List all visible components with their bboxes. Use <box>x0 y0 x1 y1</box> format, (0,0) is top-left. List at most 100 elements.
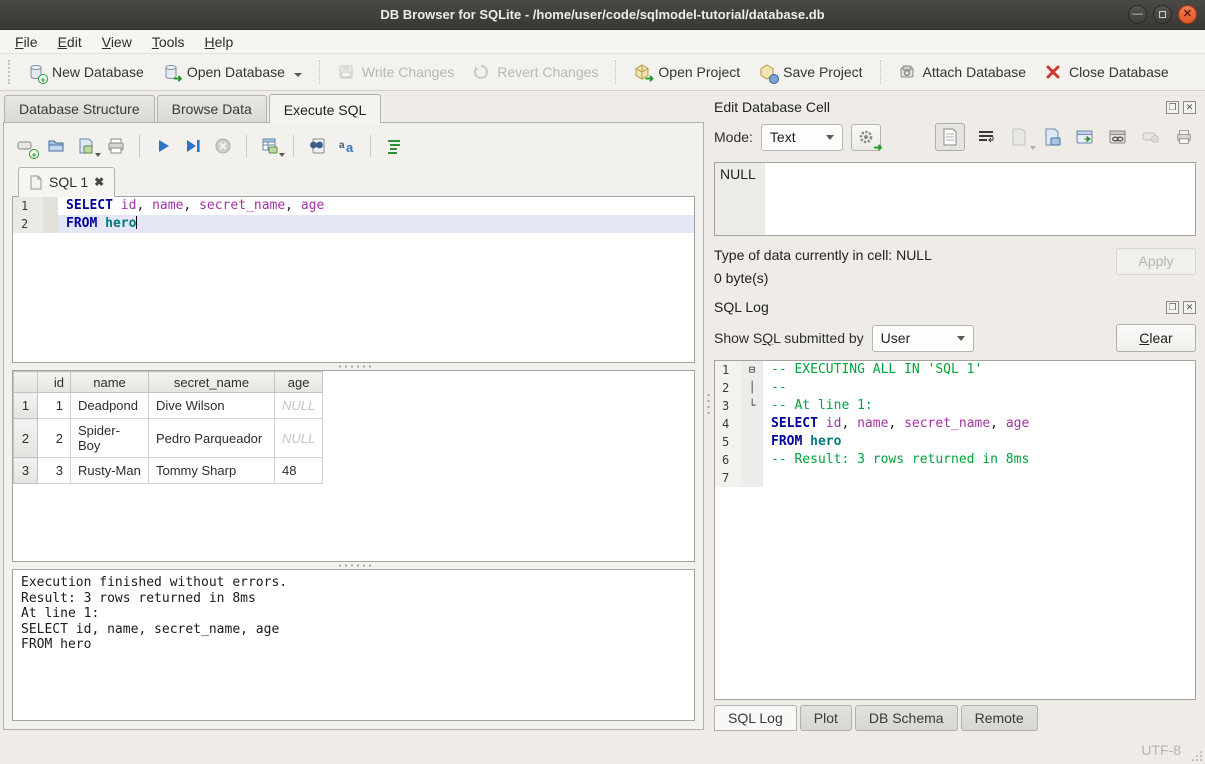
tab-remote[interactable]: Remote <box>961 705 1038 731</box>
table-cell[interactable]: Spider-Boy <box>71 419 149 458</box>
table-cell[interactable]: Dive Wilson <box>149 393 275 419</box>
close-sql-tab-icon[interactable]: ✖ <box>94 175 104 189</box>
open-database-button[interactable]: ➜ Open Database <box>153 58 311 86</box>
sql-doc-tabbar: SQL 1 ✖ <box>12 163 695 196</box>
row-number[interactable]: 3 <box>14 458 38 484</box>
open-sql-file-icon[interactable] <box>46 136 66 156</box>
auto-format-icon[interactable] <box>384 136 404 156</box>
revert-changes-button[interactable]: Revert Changes <box>463 58 607 86</box>
column-header-age[interactable]: age <box>275 372 323 393</box>
float-dock-icon[interactable]: ❐ <box>1166 301 1179 314</box>
table-cell[interactable]: Tommy Sharp <box>149 458 275 484</box>
cell-value-editor[interactable]: NULL <box>714 162 1196 236</box>
mode-select[interactable]: Text <box>761 124 843 151</box>
menubar: File Edit View Tools Help <box>0 30 1205 54</box>
horizontal-splitter[interactable] <box>12 562 695 569</box>
cell-editor-toolbar <box>935 123 1196 151</box>
tab-sql-log[interactable]: SQL Log <box>714 705 797 731</box>
table-cell[interactable]: NULL <box>275 419 323 458</box>
export-results-icon[interactable] <box>260 136 280 156</box>
titlebar[interactable]: DB Browser for SQLite - /home/user/code/… <box>0 0 1205 30</box>
table-cell[interactable]: 2 <box>38 419 71 458</box>
print-cell-icon[interactable] <box>1172 125 1196 149</box>
table-cell[interactable]: 48 <box>275 458 323 484</box>
apply-button[interactable]: Apply <box>1116 248 1196 275</box>
close-dock-icon[interactable]: ✕ <box>1183 101 1196 114</box>
menu-file[interactable]: File <box>6 32 47 52</box>
sql-doc-tab[interactable]: SQL 1 ✖ <box>18 167 115 197</box>
new-database-button[interactable]: + New Database <box>18 58 153 86</box>
autodetect-type-button[interactable]: ➜ <box>851 124 881 151</box>
chevron-down-icon <box>957 336 965 341</box>
execute-all-icon[interactable] <box>153 136 173 156</box>
column-header-name[interactable]: name <box>71 372 149 393</box>
submitter-select[interactable]: User <box>872 325 974 352</box>
tab-db-schema[interactable]: DB Schema <box>855 705 958 731</box>
set-null-icon[interactable] <box>1139 125 1163 149</box>
save-sql-dropdown-icon[interactable] <box>95 153 101 157</box>
mode-label: Mode: <box>714 129 753 145</box>
toolbar-separator <box>139 135 140 157</box>
link-icon[interactable] <box>1106 125 1130 149</box>
execution-message-area: Execution finished without errors. Resul… <box>12 569 695 721</box>
menu-tools[interactable]: Tools <box>143 32 194 52</box>
execute-current-line-icon[interactable] <box>183 136 203 156</box>
table-cell[interactable]: 3 <box>38 458 71 484</box>
horizontal-splitter[interactable] <box>12 363 695 370</box>
window-title: DB Browser for SQLite - /home/user/code/… <box>380 7 824 22</box>
window-controls: — ✕ <box>1128 5 1197 24</box>
table-cell[interactable]: Rusty-Man <box>71 458 149 484</box>
right-pane: Edit Database Cell ❐ ✕ Mode: Text ➜ <box>712 92 1205 736</box>
table-cell[interactable]: Deadpond <box>71 393 149 419</box>
toolbar-grip[interactable] <box>8 60 14 84</box>
table-cell[interactable]: NULL <box>275 393 323 419</box>
external-edit-icon[interactable] <box>1073 125 1097 149</box>
column-header-id[interactable]: id <box>38 372 71 393</box>
clear-button[interactable]: Clear <box>1116 324 1196 352</box>
menu-help[interactable]: Help <box>196 32 243 52</box>
menu-view[interactable]: View <box>93 32 141 52</box>
text-document-icon[interactable] <box>935 123 965 151</box>
save-sql-file-icon[interactable] <box>76 136 96 156</box>
export-dropdown-icon[interactable] <box>279 153 285 157</box>
row-number[interactable]: 1 <box>14 393 38 419</box>
tab-browse-data[interactable]: Browse Data <box>157 95 267 122</box>
table-row: 11DeadpondDive WilsonNULL <box>14 393 323 419</box>
tab-database-structure[interactable]: Database Structure <box>4 95 155 122</box>
write-changes-button[interactable]: Write Changes <box>328 58 463 86</box>
maximize-icon[interactable] <box>1153 5 1172 24</box>
column-header-secret_name[interactable]: secret_name <box>149 372 275 393</box>
menu-edit[interactable]: Edit <box>49 32 91 52</box>
filter-label: Show SQL submitted by <box>714 330 864 346</box>
new-sql-tab-icon[interactable]: + <box>16 136 36 156</box>
vertical-splitter[interactable] <box>704 92 712 736</box>
attach-database-button[interactable]: Attach Database <box>889 58 1036 86</box>
find-icon[interactable] <box>307 136 327 156</box>
resize-grip-icon[interactable] <box>1191 750 1202 761</box>
tab-execute-sql[interactable]: Execute SQL <box>269 94 382 123</box>
font-icon[interactable]: aa <box>337 136 357 156</box>
stop-icon[interactable] <box>213 136 233 156</box>
float-dock-icon[interactable]: ❐ <box>1166 101 1179 114</box>
save-as-icon[interactable] <box>1040 125 1064 149</box>
execute-sql-panel: + <box>3 122 704 730</box>
print-icon[interactable] <box>106 136 126 156</box>
import-file-icon[interactable] <box>1007 125 1031 149</box>
table-cell[interactable]: Pedro Parqueador <box>149 419 275 458</box>
table-row: 22Spider-BoyPedro ParqueadorNULL <box>14 419 323 458</box>
open-database-dropdown-icon[interactable] <box>294 73 302 77</box>
close-dock-icon[interactable]: ✕ <box>1183 301 1196 314</box>
new-database-icon: + <box>27 63 45 81</box>
close-icon[interactable]: ✕ <box>1178 5 1197 24</box>
save-project-button[interactable]: Save Project <box>749 58 871 86</box>
minimize-icon[interactable]: — <box>1128 5 1147 24</box>
tab-plot[interactable]: Plot <box>800 705 852 731</box>
row-number[interactable]: 2 <box>14 419 38 458</box>
table-cell[interactable]: 1 <box>38 393 71 419</box>
close-database-button[interactable]: Close Database <box>1035 58 1178 86</box>
sql-editor[interactable]: 1SELECT id, name, secret_name, age2FROM … <box>12 196 695 363</box>
word-wrap-icon[interactable] <box>974 125 998 149</box>
sql-log-filter-row: Show SQL submitted by User Clear <box>714 318 1196 358</box>
corner-header[interactable] <box>14 372 38 393</box>
open-project-button[interactable]: ➜ Open Project <box>624 58 749 86</box>
